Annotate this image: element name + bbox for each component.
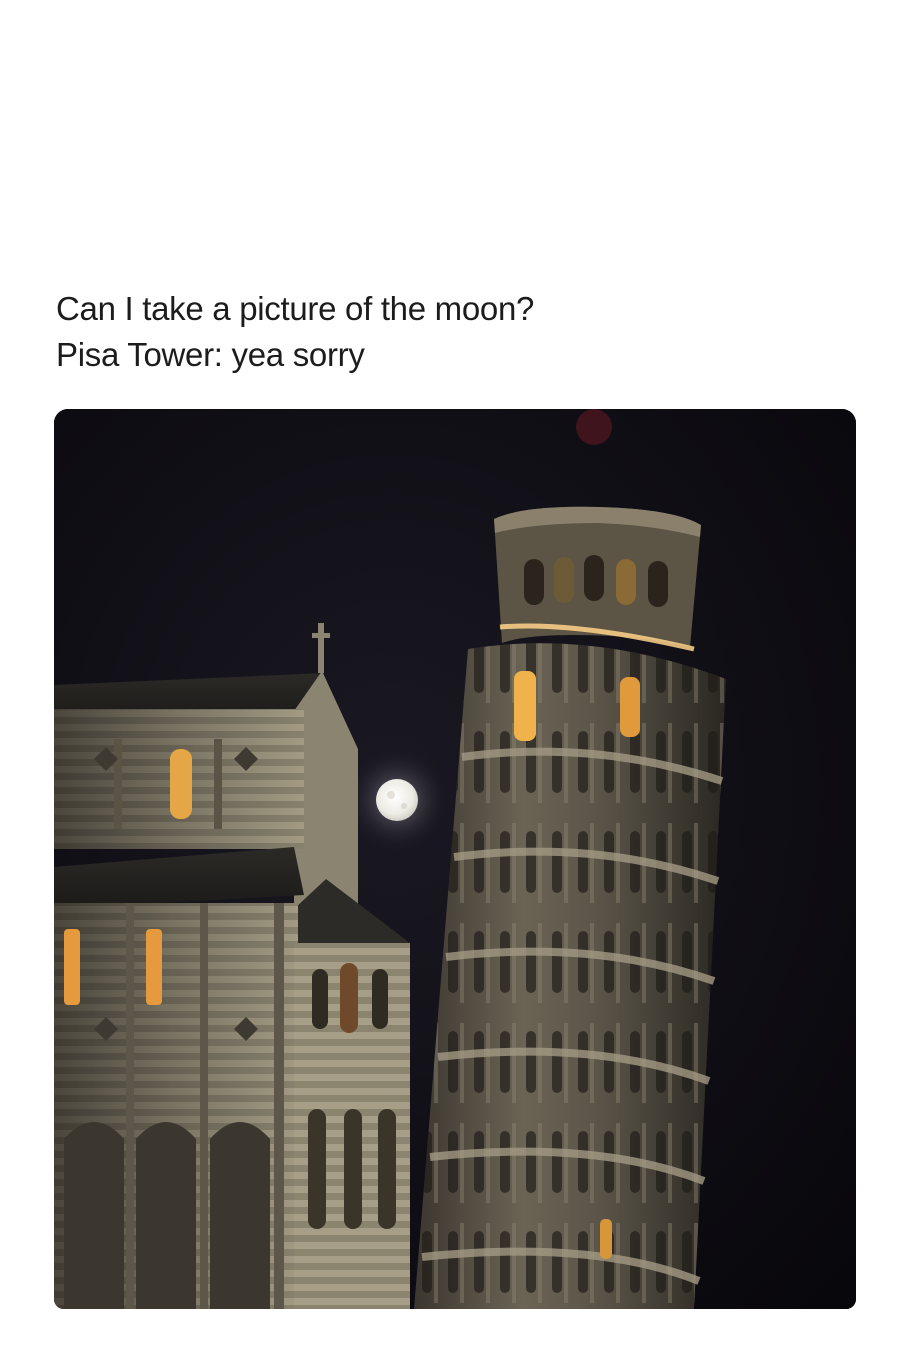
meme-caption: Can I take a picture of the moon? Pisa T… <box>56 286 856 378</box>
moon-icon <box>342 745 452 855</box>
caption-punchline: Pisa Tower: yea sorry <box>56 336 365 373</box>
red-light-blur <box>576 409 612 445</box>
meme-photo <box>54 409 856 1309</box>
caption-question: Can I take a picture of the moon? <box>56 290 535 327</box>
